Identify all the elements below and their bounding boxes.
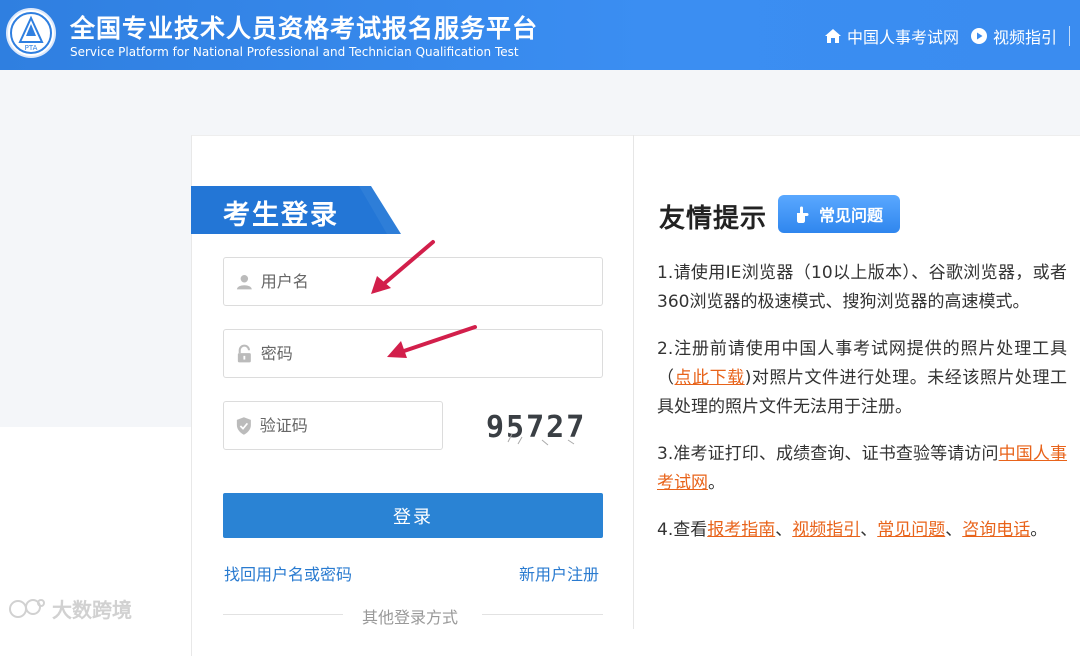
svg-text:95727: 95727 <box>486 410 586 445</box>
faq-link[interactable]: 常见问题 <box>877 520 945 540</box>
captcha-input[interactable] <box>251 415 442 436</box>
tip-item-1: 1.请使用IE浏览器（10以上版本）、谷歌浏览器，或者360浏览器的极速模式、搜… <box>657 263 1067 312</box>
login-button[interactable]: 登录 <box>223 493 603 538</box>
other-login-divider-right <box>482 614 603 615</box>
svg-text:PTA: PTA <box>25 44 38 52</box>
site-subtitle: Service Platform for National Profession… <box>70 45 519 59</box>
login-title: 考生登录 <box>223 200 339 231</box>
register-link[interactable]: 新用户注册 <box>519 561 599 585</box>
watermark-text: 大数跨境 <box>52 598 132 622</box>
nav-cpta-link[interactable]: 中国人事考试网 <box>824 24 959 48</box>
panel-divider <box>633 135 634 629</box>
tip-item-4: 4.查看报考指南、视频指引、常见问题、咨询电话。 <box>657 520 1048 540</box>
nav-divider <box>1069 26 1080 46</box>
nav-video-guide-link[interactable]: 视频指引 <box>970 24 1057 48</box>
faq-button-label: 常见问题 <box>818 206 883 225</box>
annotation-arrow-username <box>371 240 435 294</box>
find-account-link[interactable]: 找回用户名或密码 <box>224 561 352 585</box>
play-circle-icon <box>970 28 987 44</box>
consult-phone-link[interactable]: 咨询电话 <box>962 520 1030 540</box>
annotation-arrow-password <box>387 325 477 358</box>
tips-list: 1.请使用IE浏览器（10以上版本）、谷歌浏览器，或者360浏览器的极速模式、搜… <box>657 259 1067 563</box>
captcha-image[interactable]: 95727 <box>478 404 598 448</box>
header-nav: 中国人事考试网 视频指引 <box>824 24 1080 48</box>
tips-title: 友情提示 <box>659 204 768 234</box>
site-title: 全国专业技术人员资格考试报名服务平台 <box>70 14 539 43</box>
lock-icon <box>237 344 251 362</box>
watermark: 大数跨境 <box>8 594 132 623</box>
nav-cpta-label: 中国人事考试网 <box>846 28 959 47</box>
pointing-hand-icon <box>796 206 809 223</box>
shield-check-icon <box>236 416 251 435</box>
home-icon <box>824 29 841 43</box>
video-guide-link[interactable]: 视频指引 <box>792 520 860 540</box>
watermark-logo-icon <box>9 598 45 618</box>
nav-video-guide-label: 视频指引 <box>992 28 1057 47</box>
other-login-divider-left <box>223 614 343 615</box>
user-icon <box>236 274 252 289</box>
photo-tool-download-link[interactable]: 点此下载 <box>675 368 745 388</box>
login-title-tab: 考生登录 <box>191 186 401 234</box>
pta-logo: PTA <box>6 8 56 58</box>
top-header: PTA 全国专业技术人员资格考试报名服务平台 Service Platform … <box>0 0 1080 70</box>
captcha-field[interactable] <box>223 401 443 450</box>
exam-guide-link[interactable]: 报考指南 <box>707 520 775 540</box>
tip-item-2: 2.注册前请使用中国人事考试网提供的照片处理工具（点此下载)对照片文件进行处理。… <box>657 339 1068 417</box>
faq-button[interactable]: 常见问题 <box>778 195 900 233</box>
tip-item-3: 3.准考证打印、成绩查询、证书查验等请访问中国人事考试网。 <box>657 444 1067 493</box>
other-login-label: 其他登录方式 <box>362 608 459 627</box>
